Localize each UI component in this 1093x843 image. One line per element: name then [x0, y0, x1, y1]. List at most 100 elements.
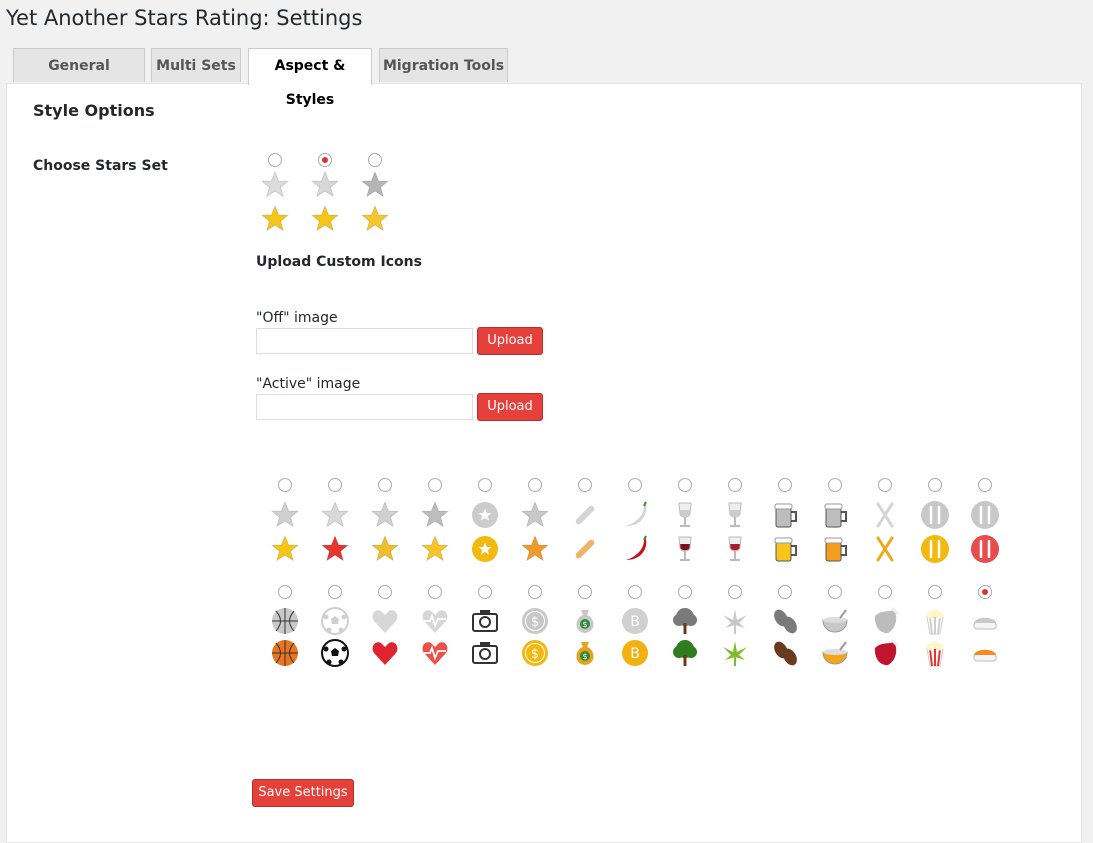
upload-custom-icons-heading: Upload Custom Icons: [256, 254, 422, 270]
steak-on-icon: [869, 637, 901, 669]
heartbeat-on-icon: [419, 637, 451, 669]
icon-set-radio-star-half[interactable]: [278, 478, 292, 492]
icon-set-radio-cutlery-circle[interactable]: [928, 478, 942, 492]
star-red-on-icon: [319, 533, 351, 565]
rolling-pin-on-icon: [569, 533, 601, 565]
money-bag-off-icon: $: [569, 605, 601, 637]
wine-glass-on-icon: [719, 533, 751, 565]
star-gradient-off-icon: [419, 499, 451, 531]
tab-migration-tools[interactable]: Migration Tools: [379, 48, 508, 82]
stars-set-radio-rounded-star[interactable]: [368, 153, 382, 167]
icon-set-radio-star-orange[interactable]: [528, 478, 542, 492]
popcorn-off-icon: [919, 605, 951, 637]
star-flat-off-icon: [369, 499, 401, 531]
soccer-ball-off-icon: [319, 605, 351, 637]
basketball-off-icon: [269, 605, 301, 637]
dollar-coin-off-icon: $: [519, 605, 551, 637]
icon-set-radio-chili[interactable]: [628, 478, 642, 492]
stars-set-radio-half-star[interactable]: [318, 153, 332, 167]
icon-set-radio-coffee-bean[interactable]: [778, 585, 792, 599]
sushi-off-icon: [969, 605, 1001, 637]
star-orange-off-icon: [519, 499, 551, 531]
icon-set-radio-cannabis-leaf[interactable]: [728, 585, 742, 599]
rounded-star-on-icon: [359, 203, 391, 235]
icon-set-radio-rolling-pin[interactable]: [578, 478, 592, 492]
stars-set-radio-flat-star[interactable]: [268, 153, 282, 167]
star-half-on-icon: [269, 533, 301, 565]
icon-set-radio-sushi[interactable]: [978, 585, 992, 599]
icon-set-radio-soup-bowl[interactable]: [828, 585, 842, 599]
icon-set-radio-popcorn[interactable]: [928, 585, 942, 599]
soup-bowl-on-icon: [819, 637, 851, 669]
tab-multi-sets[interactable]: Multi Sets: [151, 48, 241, 82]
steak-off-icon: [869, 605, 901, 637]
heart-on-icon: [369, 637, 401, 669]
wine-glass-red-on-icon: [669, 533, 701, 565]
active-image-field[interactable]: [256, 394, 473, 420]
beer-mug-orange-on-icon: [819, 533, 851, 565]
save-settings-button[interactable]: Save Settings: [252, 779, 354, 807]
tree-off-icon: [669, 605, 701, 637]
icon-set-radio-cutlery-red[interactable]: [978, 478, 992, 492]
rounded-star-off-icon: [359, 169, 391, 201]
settings-panel: Style Options Choose Stars Set Upload Cu…: [6, 83, 1082, 843]
money-bag-on-icon: $: [569, 637, 601, 669]
off-image-field[interactable]: [256, 328, 473, 354]
basketball-on-icon: [269, 637, 301, 669]
cutlery-red-on-icon: [969, 533, 1001, 565]
upload-active-button[interactable]: Upload: [477, 393, 543, 421]
tree-on-icon: [669, 637, 701, 669]
icon-set-radio-camera[interactable]: [478, 585, 492, 599]
half-star-on-icon: [309, 203, 341, 235]
icon-set-radio-wine-glass-red[interactable]: [678, 478, 692, 492]
heart-off-icon: [369, 605, 401, 637]
star-half-off-icon: [269, 499, 301, 531]
icon-set-radio-beer-mug[interactable]: [778, 478, 792, 492]
heartbeat-off-icon: [419, 605, 451, 637]
icon-set-radio-star-flat[interactable]: [378, 478, 392, 492]
camera-on-icon: [469, 637, 501, 669]
upload-off-button[interactable]: Upload: [477, 327, 543, 355]
svg-text:$: $: [582, 620, 587, 629]
icon-set-radio-tree[interactable]: [678, 585, 692, 599]
stars-set-label: Choose Stars Set: [33, 158, 168, 174]
svg-text:B: B: [630, 646, 640, 662]
active-image-label: "Active" image: [256, 376, 361, 392]
half-star-off-icon: [309, 169, 341, 201]
icon-set-radio-money-bag[interactable]: [578, 585, 592, 599]
icon-set-radio-star-circle[interactable]: [478, 478, 492, 492]
icon-set-radio-dollar-coin[interactable]: [528, 585, 542, 599]
icon-set-radio-steak[interactable]: [878, 585, 892, 599]
camera-off-icon: [469, 605, 501, 637]
cutlery-circle-on-icon: [919, 533, 951, 565]
star-red-off-icon: [319, 499, 351, 531]
beer-mug-off-icon: [769, 499, 801, 531]
icon-set-radio-star-gradient[interactable]: [428, 478, 442, 492]
icon-set-radio-heart[interactable]: [378, 585, 392, 599]
coffee-bean-off-icon: [769, 605, 801, 637]
beer-mug-on-icon: [769, 533, 801, 565]
bitcoin-off-icon: B: [619, 605, 651, 637]
beer-mug-orange-off-icon: [819, 499, 851, 531]
star-circle-off-icon: [469, 499, 501, 531]
dollar-coin-on-icon: $: [519, 637, 551, 669]
icon-set-radio-wine-glass[interactable]: [728, 478, 742, 492]
star-gradient-on-icon: [419, 533, 451, 565]
wine-glass-red-off-icon: [669, 499, 701, 531]
soccer-ball-on-icon: [319, 637, 351, 669]
popcorn-on-icon: [919, 637, 951, 669]
icon-set-radio-basketball[interactable]: [278, 585, 292, 599]
coffee-bean-on-icon: [769, 637, 801, 669]
flat-star-on-icon: [259, 203, 291, 235]
icon-set-radio-beer-mug-orange[interactable]: [828, 478, 842, 492]
icon-set-radio-heartbeat[interactable]: [428, 585, 442, 599]
icon-set-radio-soccer-ball[interactable]: [328, 585, 342, 599]
icon-set-radio-star-red[interactable]: [328, 478, 342, 492]
icon-set-radio-cutlery[interactable]: [878, 478, 892, 492]
wine-glass-off-icon: [719, 499, 751, 531]
icon-set-radio-bitcoin[interactable]: [628, 585, 642, 599]
tab-general-settings[interactable]: General Settings: [13, 48, 145, 108]
svg-text:B: B: [630, 614, 640, 630]
cannabis-leaf-off-icon: [719, 605, 751, 637]
tab-aspect-styles[interactable]: Aspect & Styles: [248, 48, 372, 108]
